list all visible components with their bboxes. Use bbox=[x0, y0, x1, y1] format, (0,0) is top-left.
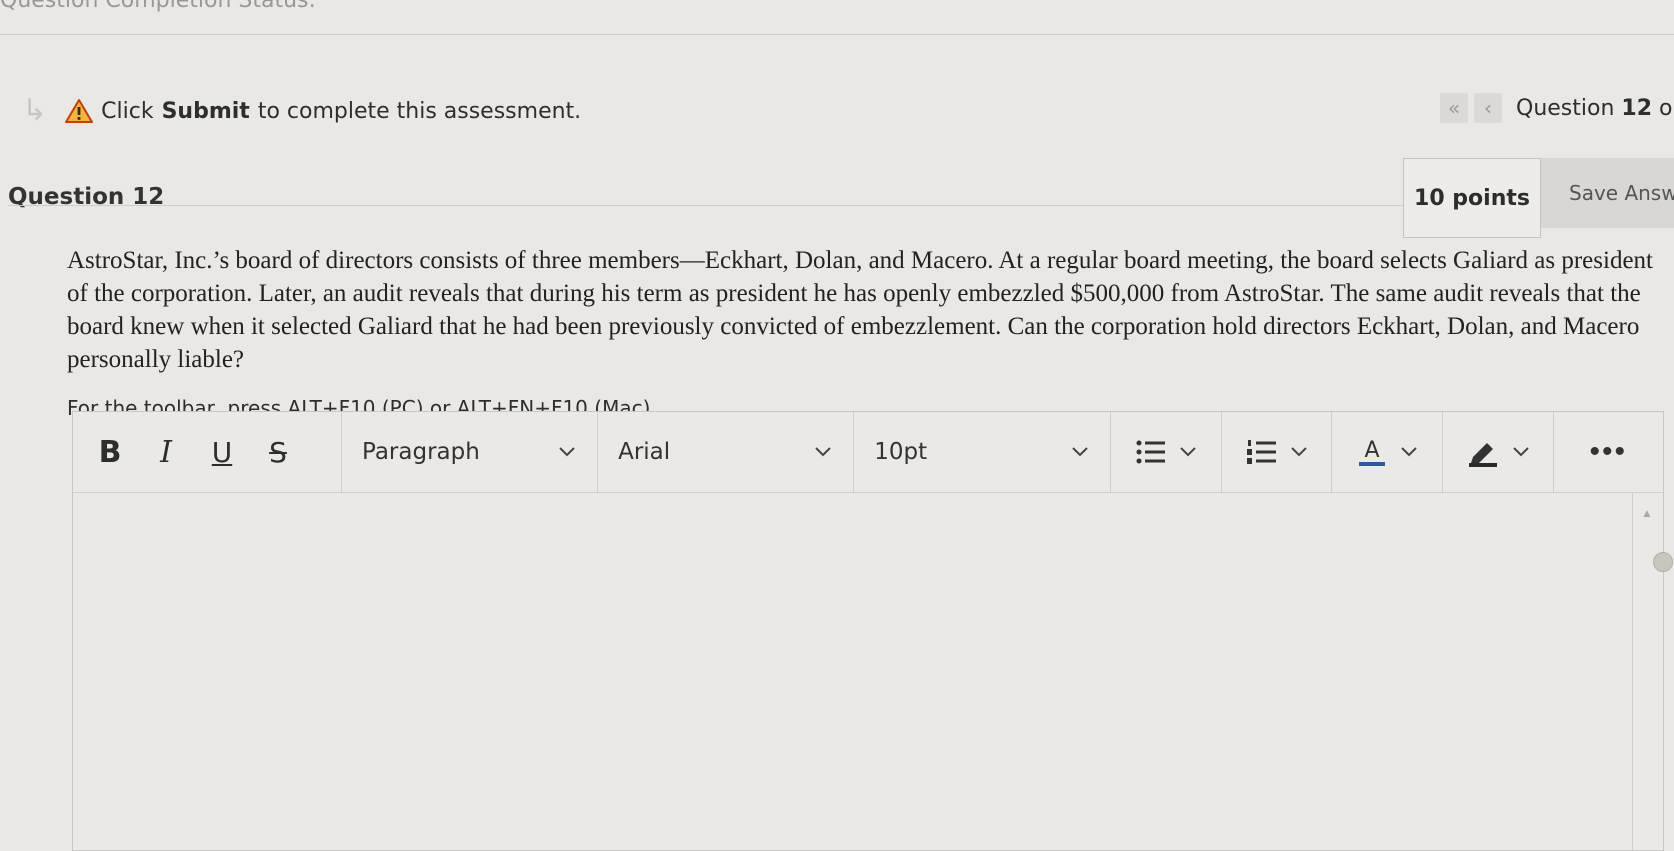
completion-status-label[interactable]: Question Completion Status: bbox=[0, 0, 316, 13]
font-size-select[interactable]: 10pt bbox=[854, 412, 1112, 492]
chevron-down-icon bbox=[815, 447, 831, 457]
paragraph-select-value: Paragraph bbox=[361, 439, 480, 465]
text-color-bar bbox=[1359, 462, 1386, 466]
font-size-select-value: 10pt bbox=[874, 439, 928, 465]
answer-editor: B I U S Paragraph Arial 10pt A ••• ▲ bbox=[72, 411, 1673, 851]
question-text: AstroStar, Inc.’s board of directors con… bbox=[67, 247, 1653, 373]
bold-button[interactable]: B bbox=[97, 435, 123, 470]
chevron-left-icon[interactable]: ‹ bbox=[1474, 93, 1502, 123]
save-answer-button[interactable]: Save Answ bbox=[1541, 158, 1674, 228]
notice-suffix: to complete this assessment. bbox=[257, 98, 582, 124]
points-badge: 10 points bbox=[1403, 158, 1541, 238]
editor-scrollbar[interactable]: ▲ bbox=[1632, 492, 1663, 850]
return-arrow-icon: ↳ bbox=[22, 93, 48, 128]
chevron-down-icon bbox=[1513, 447, 1529, 457]
double-chevron-left-icon[interactable]: « bbox=[1440, 93, 1468, 123]
resize-handle-icon[interactable] bbox=[1653, 552, 1673, 572]
question-divider bbox=[8, 205, 1403, 206]
notice-prefix: Click bbox=[101, 98, 154, 124]
question-navigation: « ‹ Question 12 o bbox=[1440, 93, 1673, 123]
editor-toolbar: B I U S Paragraph Arial 10pt A ••• bbox=[73, 412, 1663, 493]
question-position-suffix: o bbox=[1659, 95, 1673, 121]
notice-submit-word: Submit bbox=[161, 98, 250, 124]
font-select[interactable]: Arial bbox=[598, 412, 855, 492]
more-options-button[interactable]: ••• bbox=[1554, 412, 1664, 492]
question-position: Question 12 o bbox=[1516, 96, 1673, 121]
highlighter-icon bbox=[1468, 443, 1497, 467]
answer-text-area[interactable] bbox=[73, 492, 1633, 850]
chevron-down-icon bbox=[1290, 447, 1307, 457]
underline-button[interactable]: U bbox=[209, 436, 235, 469]
chevron-down-icon bbox=[1072, 447, 1089, 457]
bullet-list-icon bbox=[1136, 440, 1166, 464]
bullet-list-button[interactable] bbox=[1111, 412, 1222, 492]
svg-text:A: A bbox=[1365, 438, 1380, 463]
question-position-number: 12 bbox=[1621, 95, 1653, 121]
numbered-list-button[interactable] bbox=[1222, 412, 1333, 492]
chevron-down-icon bbox=[1401, 447, 1417, 457]
submit-notice: ↳ Click Submit to complete this assessme… bbox=[22, 96, 581, 126]
format-buttons: B I U S bbox=[73, 412, 342, 492]
top-divider bbox=[0, 34, 1674, 35]
question-position-prefix: Question bbox=[1516, 95, 1615, 121]
strikethrough-button[interactable]: S bbox=[265, 436, 291, 469]
paragraph-select[interactable]: Paragraph bbox=[342, 412, 599, 492]
numbered-list-icon bbox=[1246, 440, 1276, 464]
italic-button[interactable]: I bbox=[153, 435, 179, 470]
highlight-color-button[interactable] bbox=[1443, 412, 1554, 492]
chevron-down-icon bbox=[1180, 447, 1196, 457]
text-color-icon: A bbox=[1359, 438, 1386, 466]
highlight-color-bar bbox=[1468, 463, 1497, 467]
chevron-down-icon bbox=[559, 447, 575, 457]
scroll-up-arrow-icon[interactable]: ▲ bbox=[1641, 506, 1653, 520]
question-title: Question 12 bbox=[8, 184, 165, 210]
text-color-button[interactable]: A bbox=[1332, 412, 1443, 492]
font-select-value: Arial bbox=[618, 439, 671, 465]
warning-icon bbox=[65, 99, 94, 123]
